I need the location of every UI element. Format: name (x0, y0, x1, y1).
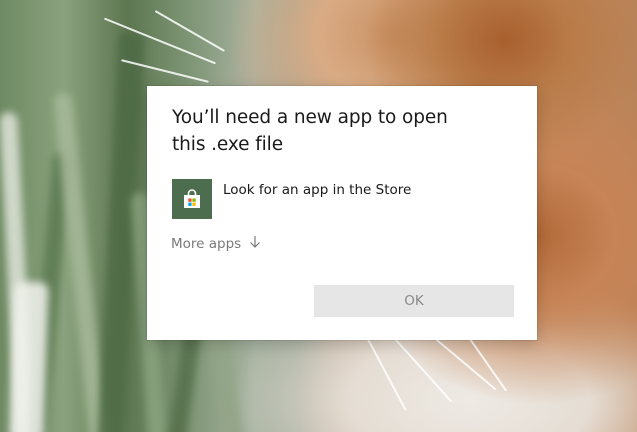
open-with-dialog: You’ll need a new app to open this .exe … (147, 86, 537, 340)
ok-button[interactable]: OK (314, 285, 514, 317)
more-apps-label: More apps (171, 235, 242, 252)
store-bag-icon (184, 189, 200, 208)
more-apps-link[interactable]: More apps (171, 235, 261, 252)
arrow-down-icon (249, 235, 261, 252)
wallpaper-grass-blade (9, 281, 49, 432)
look-in-store-label: Look for an app in the Store (223, 182, 412, 198)
dialog-title: You’ll need a new app to open this .exe … (172, 107, 448, 155)
store-app-tile (172, 179, 212, 219)
wallpaper-cat-whisker (154, 10, 226, 52)
look-in-store-option[interactable]: Look for an app in the Store (172, 179, 512, 219)
